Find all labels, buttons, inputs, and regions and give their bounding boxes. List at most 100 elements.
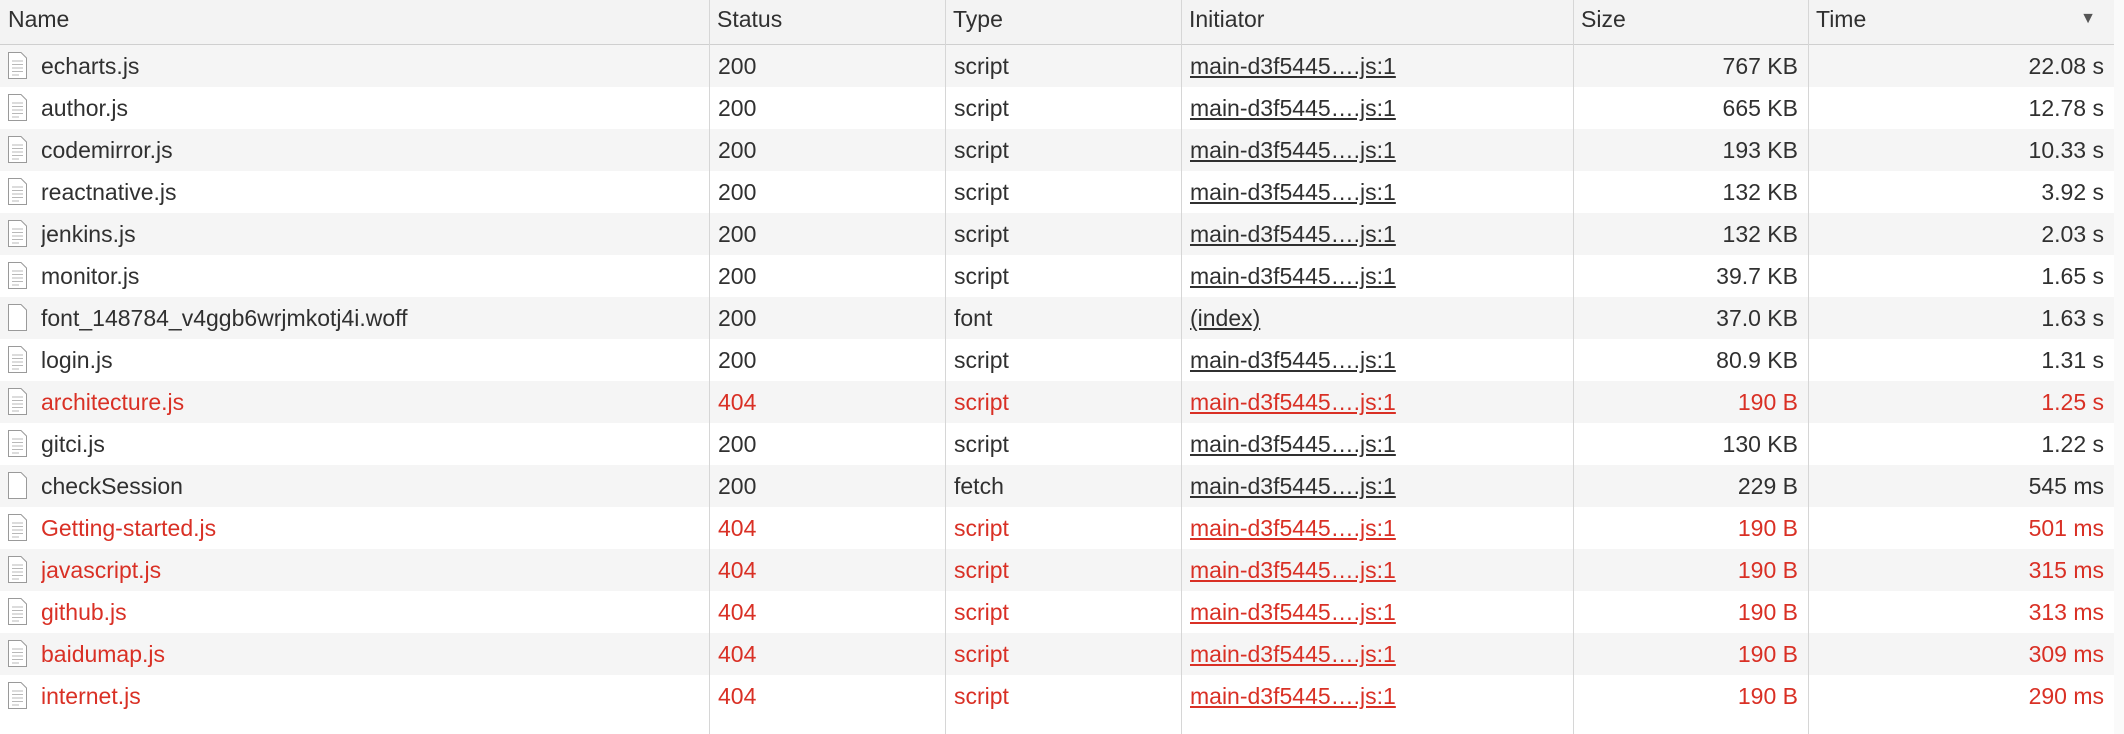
- request-time-cell: 12.78 s: [1808, 87, 2104, 129]
- request-size-cell: 80.9 KB: [1570, 339, 1798, 381]
- table-row[interactable]: codemirror.js 200 script main-d3f5445….js:1…: [0, 129, 2124, 171]
- request-initiator-link[interactable]: main-d3f5445….js:1: [1190, 473, 1396, 499]
- request-status: 200: [718, 347, 757, 373]
- request-initiator-link-cell[interactable]: main-d3f5445….js:1: [1190, 507, 1570, 549]
- request-initiator-link-cell[interactable]: main-d3f5445….js:1: [1190, 675, 1570, 717]
- request-status-cell: 200: [718, 465, 938, 507]
- request-initiator-link-cell[interactable]: main-d3f5445….js:1: [1190, 633, 1570, 675]
- table-row[interactable]: font_148784_v4ggb6wrjmkotj4i.woff 200 font…: [0, 297, 2124, 339]
- table-row[interactable]: login.js 200 script main-d3f5445….js:1 80.9 …: [0, 339, 2124, 381]
- script-file-icon: [8, 178, 27, 205]
- request-name-cell: echarts.js: [41, 45, 701, 87]
- request-initiator-link[interactable]: main-d3f5445….js:1: [1190, 683, 1396, 709]
- table-row[interactable]: internet.js 404 script main-d3f5445….js:1 19…: [0, 675, 2124, 717]
- request-initiator-link[interactable]: (index): [1190, 305, 1260, 331]
- table-row[interactable]: reactnative.js 200 script main-d3f5445….js:…: [0, 171, 2124, 213]
- request-initiator-link-cell[interactable]: main-d3f5445….js:1: [1190, 213, 1570, 255]
- column-header-type[interactable]: Type: [945, 0, 1181, 45]
- table-row[interactable]: author.js 200 script main-d3f5445….js:1 665 …: [0, 87, 2124, 129]
- column-divider[interactable]: [1808, 0, 1809, 734]
- script-file-icon: [8, 598, 27, 625]
- request-size-cell: 132 KB: [1570, 213, 1798, 255]
- request-initiator-link-cell[interactable]: main-d3f5445….js:1: [1190, 45, 1570, 87]
- request-name: architecture.js: [41, 389, 185, 415]
- request-initiator-link-cell[interactable]: main-d3f5445….js:1: [1190, 171, 1570, 213]
- column-header-status[interactable]: Status: [709, 0, 945, 45]
- column-header-size[interactable]: Size: [1573, 0, 1808, 45]
- request-name-cell: baidumap.js: [41, 633, 701, 675]
- request-initiator-link[interactable]: main-d3f5445….js:1: [1190, 347, 1396, 373]
- table-row[interactable]: javascript.js 404 script main-d3f5445….js:1…: [0, 549, 2124, 591]
- column-divider[interactable]: [1573, 0, 1574, 734]
- request-size-cell: 767 KB: [1570, 45, 1798, 87]
- request-status-cell: 200: [718, 87, 938, 129]
- table-row[interactable]: jenkins.js 200 script main-d3f5445….js:1 132…: [0, 213, 2124, 255]
- request-time: 12.78 s: [2028, 95, 2104, 121]
- request-name: monitor.js: [41, 263, 140, 289]
- request-initiator-link[interactable]: main-d3f5445….js:1: [1190, 179, 1396, 205]
- request-initiator-link[interactable]: main-d3f5445….js:1: [1190, 263, 1396, 289]
- request-size-cell: 193 KB: [1570, 129, 1798, 171]
- table-row[interactable]: checkSession 200 fetch main-d3f5445….js:1 22…: [0, 465, 2124, 507]
- request-initiator-link-cell[interactable]: main-d3f5445….js:1: [1190, 381, 1570, 423]
- request-time-cell: 1.25 s: [1808, 381, 2104, 423]
- request-size-cell: 37.0 KB: [1570, 297, 1798, 339]
- table-row[interactable]: gitci.js 200 script main-d3f5445….js:1 130 K…: [0, 423, 2124, 465]
- request-type-cell: script: [954, 45, 1174, 87]
- request-initiator-link[interactable]: main-d3f5445….js:1: [1190, 431, 1396, 457]
- script-file-icon: [8, 220, 27, 247]
- table-row[interactable]: echarts.js 200 script main-d3f5445….js:1 767…: [0, 45, 2124, 87]
- column-divider[interactable]: [945, 0, 946, 734]
- request-initiator-link-cell[interactable]: main-d3f5445….js:1: [1190, 339, 1570, 381]
- request-initiator-link-cell[interactable]: main-d3f5445….js:1: [1190, 423, 1570, 465]
- request-initiator-link-cell[interactable]: main-d3f5445….js:1: [1190, 465, 1570, 507]
- column-header-name-label: Name: [8, 6, 70, 32]
- script-file-icon: [8, 346, 27, 373]
- request-name: gitci.js: [41, 431, 105, 457]
- request-initiator-link[interactable]: main-d3f5445….js:1: [1190, 389, 1396, 415]
- table-row[interactable]: architecture.js 404 script main-d3f5445….js…: [0, 381, 2124, 423]
- table-row[interactable]: Getting-started.js 404 script main-d3f5445……: [0, 507, 2124, 549]
- request-initiator-link-cell[interactable]: main-d3f5445….js:1: [1190, 87, 1570, 129]
- column-header-time-label: Time: [1816, 6, 1867, 32]
- request-initiator-link-cell[interactable]: main-d3f5445….js:1: [1190, 549, 1570, 591]
- request-initiator-link[interactable]: main-d3f5445….js:1: [1190, 137, 1396, 163]
- request-initiator-link[interactable]: main-d3f5445….js:1: [1190, 53, 1396, 79]
- request-type-cell: script: [954, 675, 1174, 717]
- request-size-cell: 190 B: [1570, 549, 1798, 591]
- request-type: script: [954, 347, 1009, 373]
- request-name-cell: reactnative.js: [41, 171, 701, 213]
- request-initiator-link[interactable]: main-d3f5445….js:1: [1190, 641, 1396, 667]
- column-divider[interactable]: [709, 0, 710, 734]
- table-row[interactable]: baidumap.js 404 script main-d3f5445….js:1 19…: [0, 633, 2124, 675]
- request-name: baidumap.js: [41, 641, 166, 667]
- request-name: Getting-started.js: [41, 515, 217, 541]
- request-initiator-link-cell[interactable]: main-d3f5445….js:1: [1190, 129, 1570, 171]
- table-row[interactable]: github.js 404 script main-d3f5445….js:1 190 …: [0, 591, 2124, 633]
- request-initiator-link[interactable]: main-d3f5445….js:1: [1190, 557, 1396, 583]
- request-initiator-link[interactable]: main-d3f5445….js:1: [1190, 221, 1396, 247]
- request-size-cell: 39.7 KB: [1570, 255, 1798, 297]
- request-time-cell: 309 ms: [1808, 633, 2104, 675]
- request-initiator-link[interactable]: main-d3f5445….js:1: [1190, 599, 1396, 625]
- request-initiator-link-cell[interactable]: (index): [1190, 297, 1570, 339]
- request-status-cell: 404: [718, 675, 938, 717]
- request-name-cell: author.js: [41, 87, 701, 129]
- request-initiator-link[interactable]: main-d3f5445….js:1: [1190, 95, 1396, 121]
- scrollbar-track[interactable]: [2114, 0, 2124, 734]
- request-type-cell: script: [954, 129, 1174, 171]
- table-row[interactable]: monitor.js 200 script main-d3f5445….js:1 39.…: [0, 255, 2124, 297]
- sort-descending-icon: ▼: [2080, 10, 2096, 27]
- column-header-name[interactable]: Name: [0, 0, 709, 45]
- request-initiator-link-cell[interactable]: main-d3f5445….js:1: [1190, 591, 1570, 633]
- column-divider[interactable]: [1181, 0, 1182, 734]
- request-initiator-link[interactable]: main-d3f5445….js:1: [1190, 515, 1396, 541]
- request-status-cell: 200: [718, 339, 938, 381]
- column-header-initiator[interactable]: Initiator: [1181, 0, 1573, 45]
- request-type: script: [954, 221, 1009, 247]
- column-header-time[interactable]: Time ▼: [1808, 0, 2114, 45]
- request-name-cell: Getting-started.js: [41, 507, 701, 549]
- request-initiator-link-cell[interactable]: main-d3f5445….js:1: [1190, 255, 1570, 297]
- request-type: script: [954, 431, 1009, 457]
- request-type: script: [954, 683, 1009, 709]
